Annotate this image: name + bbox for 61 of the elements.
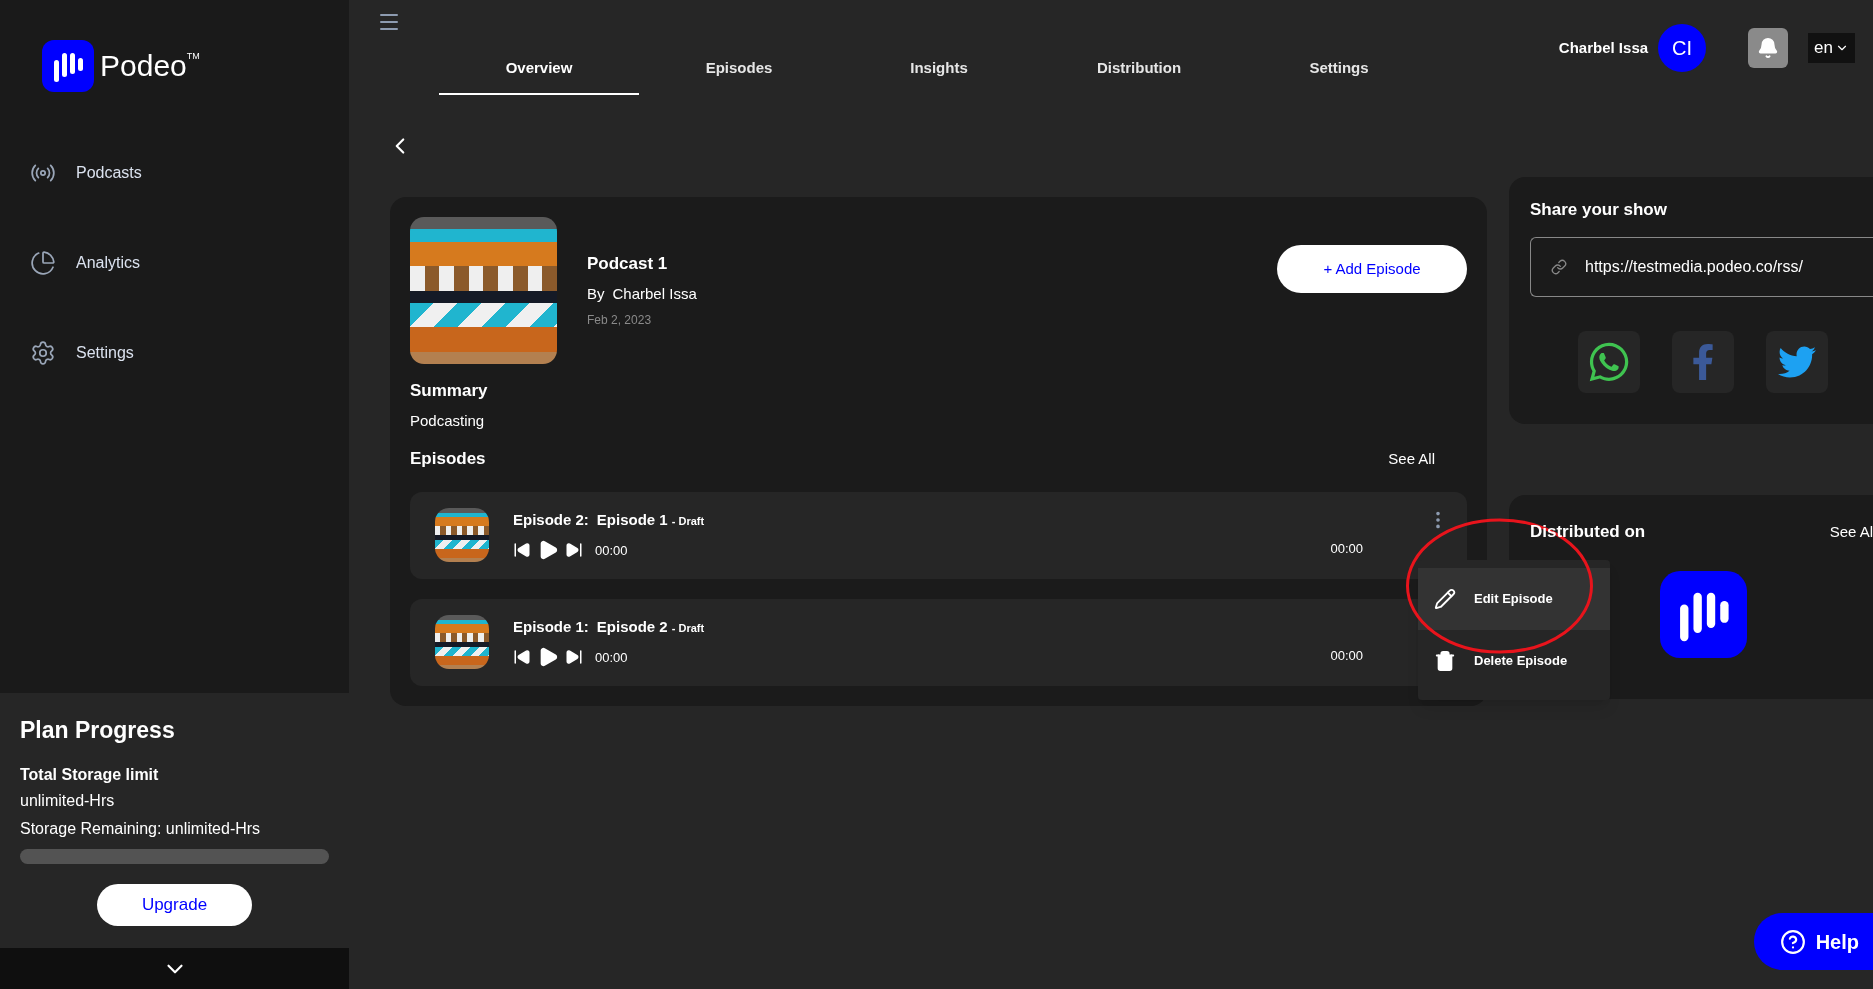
nav-tab[interactable]: Episodes xyxy=(639,43,839,95)
nav-tab[interactable]: Overview xyxy=(439,43,639,95)
skip-forward-icon[interactable] xyxy=(565,648,583,667)
help-button[interactable]: Help xyxy=(1753,913,1873,970)
upgrade-button[interactable]: Upgrade xyxy=(97,884,252,926)
see-all-link[interactable]: See All xyxy=(1388,447,1435,470)
link-icon xyxy=(1551,258,1567,275)
share-title: Share your show xyxy=(1530,199,1668,221)
episode-number: Episode 2: xyxy=(513,509,589,530)
podeo-logo-icon xyxy=(42,40,94,92)
nav-tab[interactable]: Distribution xyxy=(1039,43,1239,95)
skip-back-icon[interactable] xyxy=(513,541,531,560)
elapsed-time: 00:00 xyxy=(595,648,628,667)
context-menu-item[interactable]: Delete Episode xyxy=(1418,629,1610,692)
podcast-title: Podcast 1 xyxy=(587,253,669,275)
episode-duration: 00:00 xyxy=(1330,647,1363,666)
see-all-link[interactable]: See Al xyxy=(1829,520,1873,543)
language-selector[interactable]: en xyxy=(1808,33,1855,63)
sidebar-nav-item[interactable]: Settings xyxy=(0,308,349,398)
sidebar-nav-item[interactable]: Analytics xyxy=(0,218,349,308)
storage-limit-value: unlimited-Hrs xyxy=(20,791,116,811)
skip-forward-icon[interactable] xyxy=(565,541,583,560)
platform-logo-icon xyxy=(1660,570,1747,658)
episode-status: - Draft xyxy=(671,513,705,529)
user-avatar[interactable]: CI xyxy=(1658,24,1707,72)
nav-tab[interactable]: Insights xyxy=(839,43,1039,95)
add-episode-button[interactable]: + Add Episode xyxy=(1277,245,1467,293)
plan-progress-title: Plan Progress xyxy=(20,715,176,745)
share-button[interactable] xyxy=(1766,330,1828,393)
help-icon xyxy=(1779,928,1806,955)
share-button[interactable] xyxy=(1578,330,1640,393)
podcast-date: Feb 2, 2023 xyxy=(587,312,653,329)
elapsed-time: 00:00 xyxy=(595,541,628,560)
pie-chart-icon xyxy=(30,250,56,276)
episode-title: Episode 1 xyxy=(596,509,668,530)
bell-icon xyxy=(1757,37,1780,59)
by-label: By xyxy=(587,283,605,304)
summary-text: Podcasting xyxy=(410,410,486,431)
episode-cover-placeholder xyxy=(435,615,489,669)
nav-tab[interactable]: Settings xyxy=(1239,43,1439,95)
episode-status: - Draft xyxy=(671,620,705,636)
logo-text: Podeo xyxy=(100,51,187,81)
pencil-icon xyxy=(1434,587,1456,610)
episode-cover-placeholder xyxy=(435,508,489,562)
skip-back-icon[interactable] xyxy=(513,648,531,667)
podcast-author: Charbel Issa xyxy=(612,283,697,304)
episode-title: Episode 2 xyxy=(596,616,668,637)
trash-icon xyxy=(1434,649,1456,672)
summary-heading: Summary xyxy=(410,380,489,402)
settings-icon xyxy=(30,340,56,366)
context-menu-item[interactable]: Edit Episode xyxy=(1418,567,1610,630)
user-name: Charbel Issa xyxy=(1558,37,1649,58)
episode-duration: 00:00 xyxy=(1330,540,1363,559)
episodes-heading: Episodes xyxy=(410,448,486,470)
storage-limit-label: Total Storage limit xyxy=(20,765,160,785)
storage-remaining-text: Storage Remaining: unlimited-Hrs xyxy=(20,819,262,839)
sidebar-nav-item[interactable]: Podcasts xyxy=(0,128,349,218)
notifications-button[interactable] xyxy=(1748,28,1789,68)
episode-number: Episode 1: xyxy=(513,616,589,637)
trademark-text: TM xyxy=(186,50,200,62)
rss-url-field[interactable]: https://testmedia.podeo.co/rss/ xyxy=(1530,236,1873,297)
